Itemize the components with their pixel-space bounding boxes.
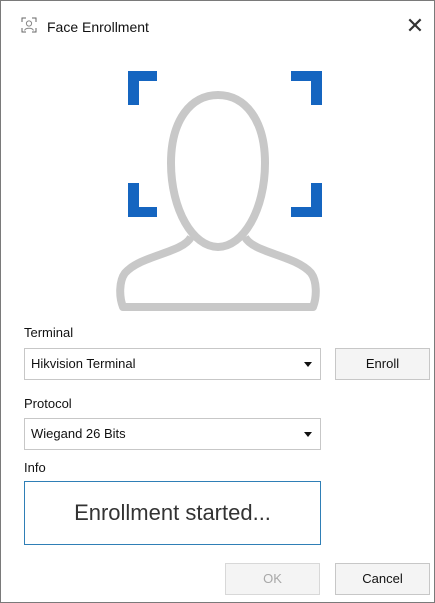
terminal-selected-value: Hikvision Terminal — [31, 356, 136, 371]
title-bar: Face Enrollment ✕ — [1, 1, 434, 45]
face-enrollment-dialog: Face Enrollment ✕ Terminal Hikvision Ter… — [0, 0, 435, 603]
protocol-selected-value: Wiegand 26 Bits — [31, 426, 126, 441]
person-silhouette-icon — [116, 91, 320, 311]
enroll-button[interactable]: Enroll — [335, 348, 430, 380]
info-display: Enrollment started... — [24, 481, 321, 545]
cancel-button[interactable]: Cancel — [335, 563, 430, 595]
dialog-title: Face Enrollment — [47, 19, 149, 35]
terminal-select[interactable]: Hikvision Terminal — [24, 348, 321, 380]
close-button[interactable]: ✕ — [402, 13, 428, 39]
bracket-bottom-right — [291, 183, 322, 217]
info-label: Info — [24, 460, 46, 475]
protocol-select[interactable]: Wiegand 26 Bits — [24, 418, 321, 450]
terminal-label: Terminal — [24, 325, 74, 340]
close-icon[interactable]: ✕ — [406, 13, 424, 38]
info-message: Enrollment started... — [74, 500, 271, 525]
chevron-down-icon[interactable] — [304, 362, 312, 367]
bracket-bottom-left — [128, 183, 157, 217]
bracket-top-right — [291, 71, 322, 105]
chevron-down-icon[interactable] — [304, 432, 312, 437]
bracket-top-left — [128, 71, 157, 105]
face-scan-icon — [21, 17, 37, 33]
face-preview — [116, 71, 322, 311]
ok-button[interactable]: OK — [225, 563, 320, 595]
protocol-label: Protocol — [24, 396, 72, 411]
